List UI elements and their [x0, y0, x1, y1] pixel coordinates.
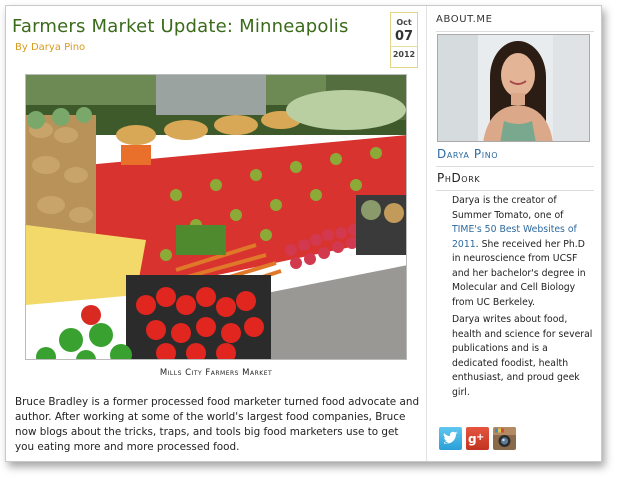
twitter-icon[interactable] — [439, 427, 462, 450]
author-role: PhDork — [437, 171, 481, 185]
column-divider — [426, 6, 427, 461]
author-portrait[interactable] — [437, 34, 590, 142]
role-rule — [436, 190, 594, 191]
about-rule — [436, 31, 594, 32]
about-sidebar: ABOUT.ME Darya Pino PhDork Darya is the … — [436, 6, 594, 461]
date-day: 07 — [391, 29, 417, 47]
date-year: 2012 — [392, 50, 416, 59]
bio-p1-text: Darya is the creator of Summer Tomato, o… — [452, 195, 564, 221]
name-rule — [436, 166, 594, 167]
bio-paragraph-2: Darya writes about food, health and scie… — [452, 314, 593, 398]
post-title[interactable]: Farmers Market Update: Minneapolis — [12, 16, 382, 37]
market-photo — [25, 74, 407, 360]
author-bio: Darya is the creator of Summer Tomato, o… — [452, 194, 594, 403]
bio-paragraph-1: Darya is the creator of Summer Tomato, o… — [452, 194, 594, 310]
photo-caption: Mills City Farmers Market — [159, 368, 273, 378]
post-body: Bruce Bradley is a former processed food… — [15, 396, 420, 453]
post-column: Farmers Market Update: Minneapolis By Da… — [6, 6, 426, 461]
date-month: Oct — [396, 18, 412, 27]
svg-text:+: + — [476, 432, 484, 443]
author-name-link[interactable]: Darya Pino — [437, 147, 498, 161]
google-plus-icon[interactable]: g + — [466, 427, 489, 450]
post-byline[interactable]: By Darya Pino — [15, 42, 85, 53]
about-section-title: ABOUT.ME — [436, 14, 493, 25]
instagram-icon[interactable] — [493, 427, 516, 450]
post-date-badge: Oct 07 2012 — [390, 12, 418, 68]
page-card: Farmers Market Update: Minneapolis By Da… — [5, 5, 602, 462]
social-icons: g + — [439, 427, 516, 450]
